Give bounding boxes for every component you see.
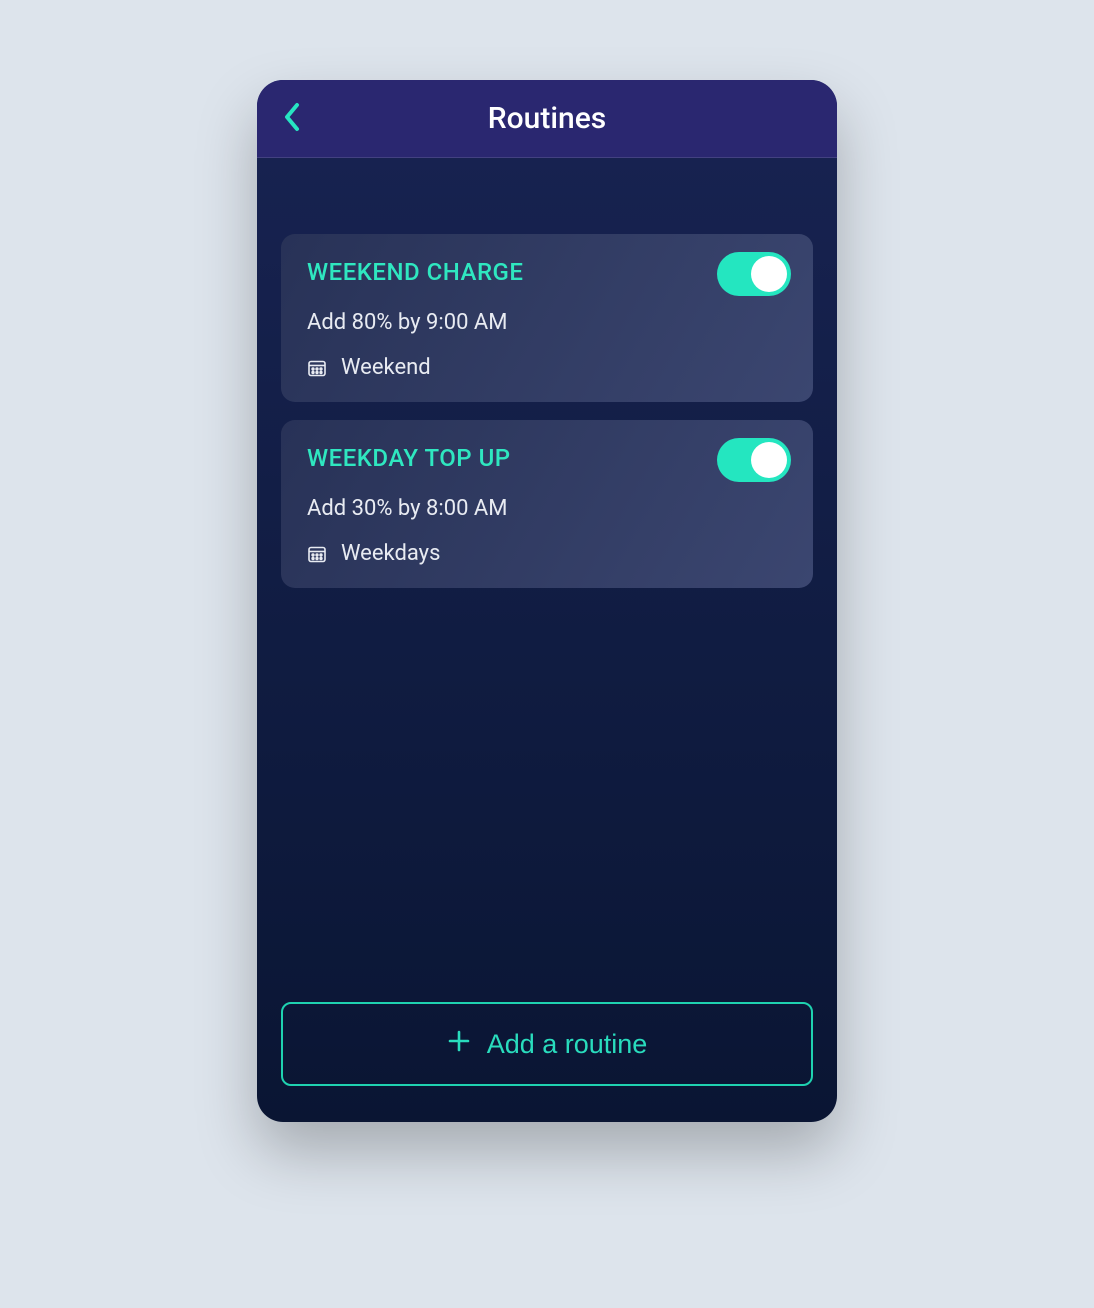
routine-toggle[interactable] (717, 438, 791, 482)
phone-frame: Routines WEEKEND CHARGE Add 80% by 9:00 … (257, 80, 837, 1122)
back-button[interactable] (267, 80, 317, 157)
toggle-knob (751, 442, 787, 478)
calendar-icon (307, 358, 327, 378)
stage: Routines WEEKEND CHARGE Add 80% by 9:00 … (0, 0, 1094, 1308)
page-title: Routines (488, 101, 606, 136)
chevron-left-icon (283, 102, 301, 136)
routine-schedule-row: Weekend (307, 355, 787, 380)
routine-description: Add 30% by 8:00 AM (307, 496, 787, 521)
add-routine-button[interactable]: Add a routine (281, 1002, 813, 1086)
add-routine-label: Add a routine (487, 1029, 648, 1060)
plus-icon (447, 1029, 471, 1060)
routine-card[interactable]: WEEKEND CHARGE Add 80% by 9:00 AM (281, 234, 813, 402)
routine-title: WEEKDAY TOP UP (307, 444, 787, 472)
calendar-icon (307, 544, 327, 564)
routine-schedule-row: Weekdays (307, 541, 787, 566)
footer: Add a routine (257, 1002, 837, 1122)
header-bar: Routines (257, 80, 837, 158)
routine-card[interactable]: WEEKDAY TOP UP Add 30% by 8:00 AM (281, 420, 813, 588)
toggle-knob (751, 256, 787, 292)
routine-schedule-label: Weekend (341, 355, 431, 380)
routine-title: WEEKEND CHARGE (307, 258, 787, 286)
routine-description: Add 80% by 9:00 AM (307, 310, 787, 335)
routine-schedule-label: Weekdays (341, 541, 440, 566)
routines-list: WEEKEND CHARGE Add 80% by 9:00 AM (257, 158, 837, 1002)
routine-toggle[interactable] (717, 252, 791, 296)
